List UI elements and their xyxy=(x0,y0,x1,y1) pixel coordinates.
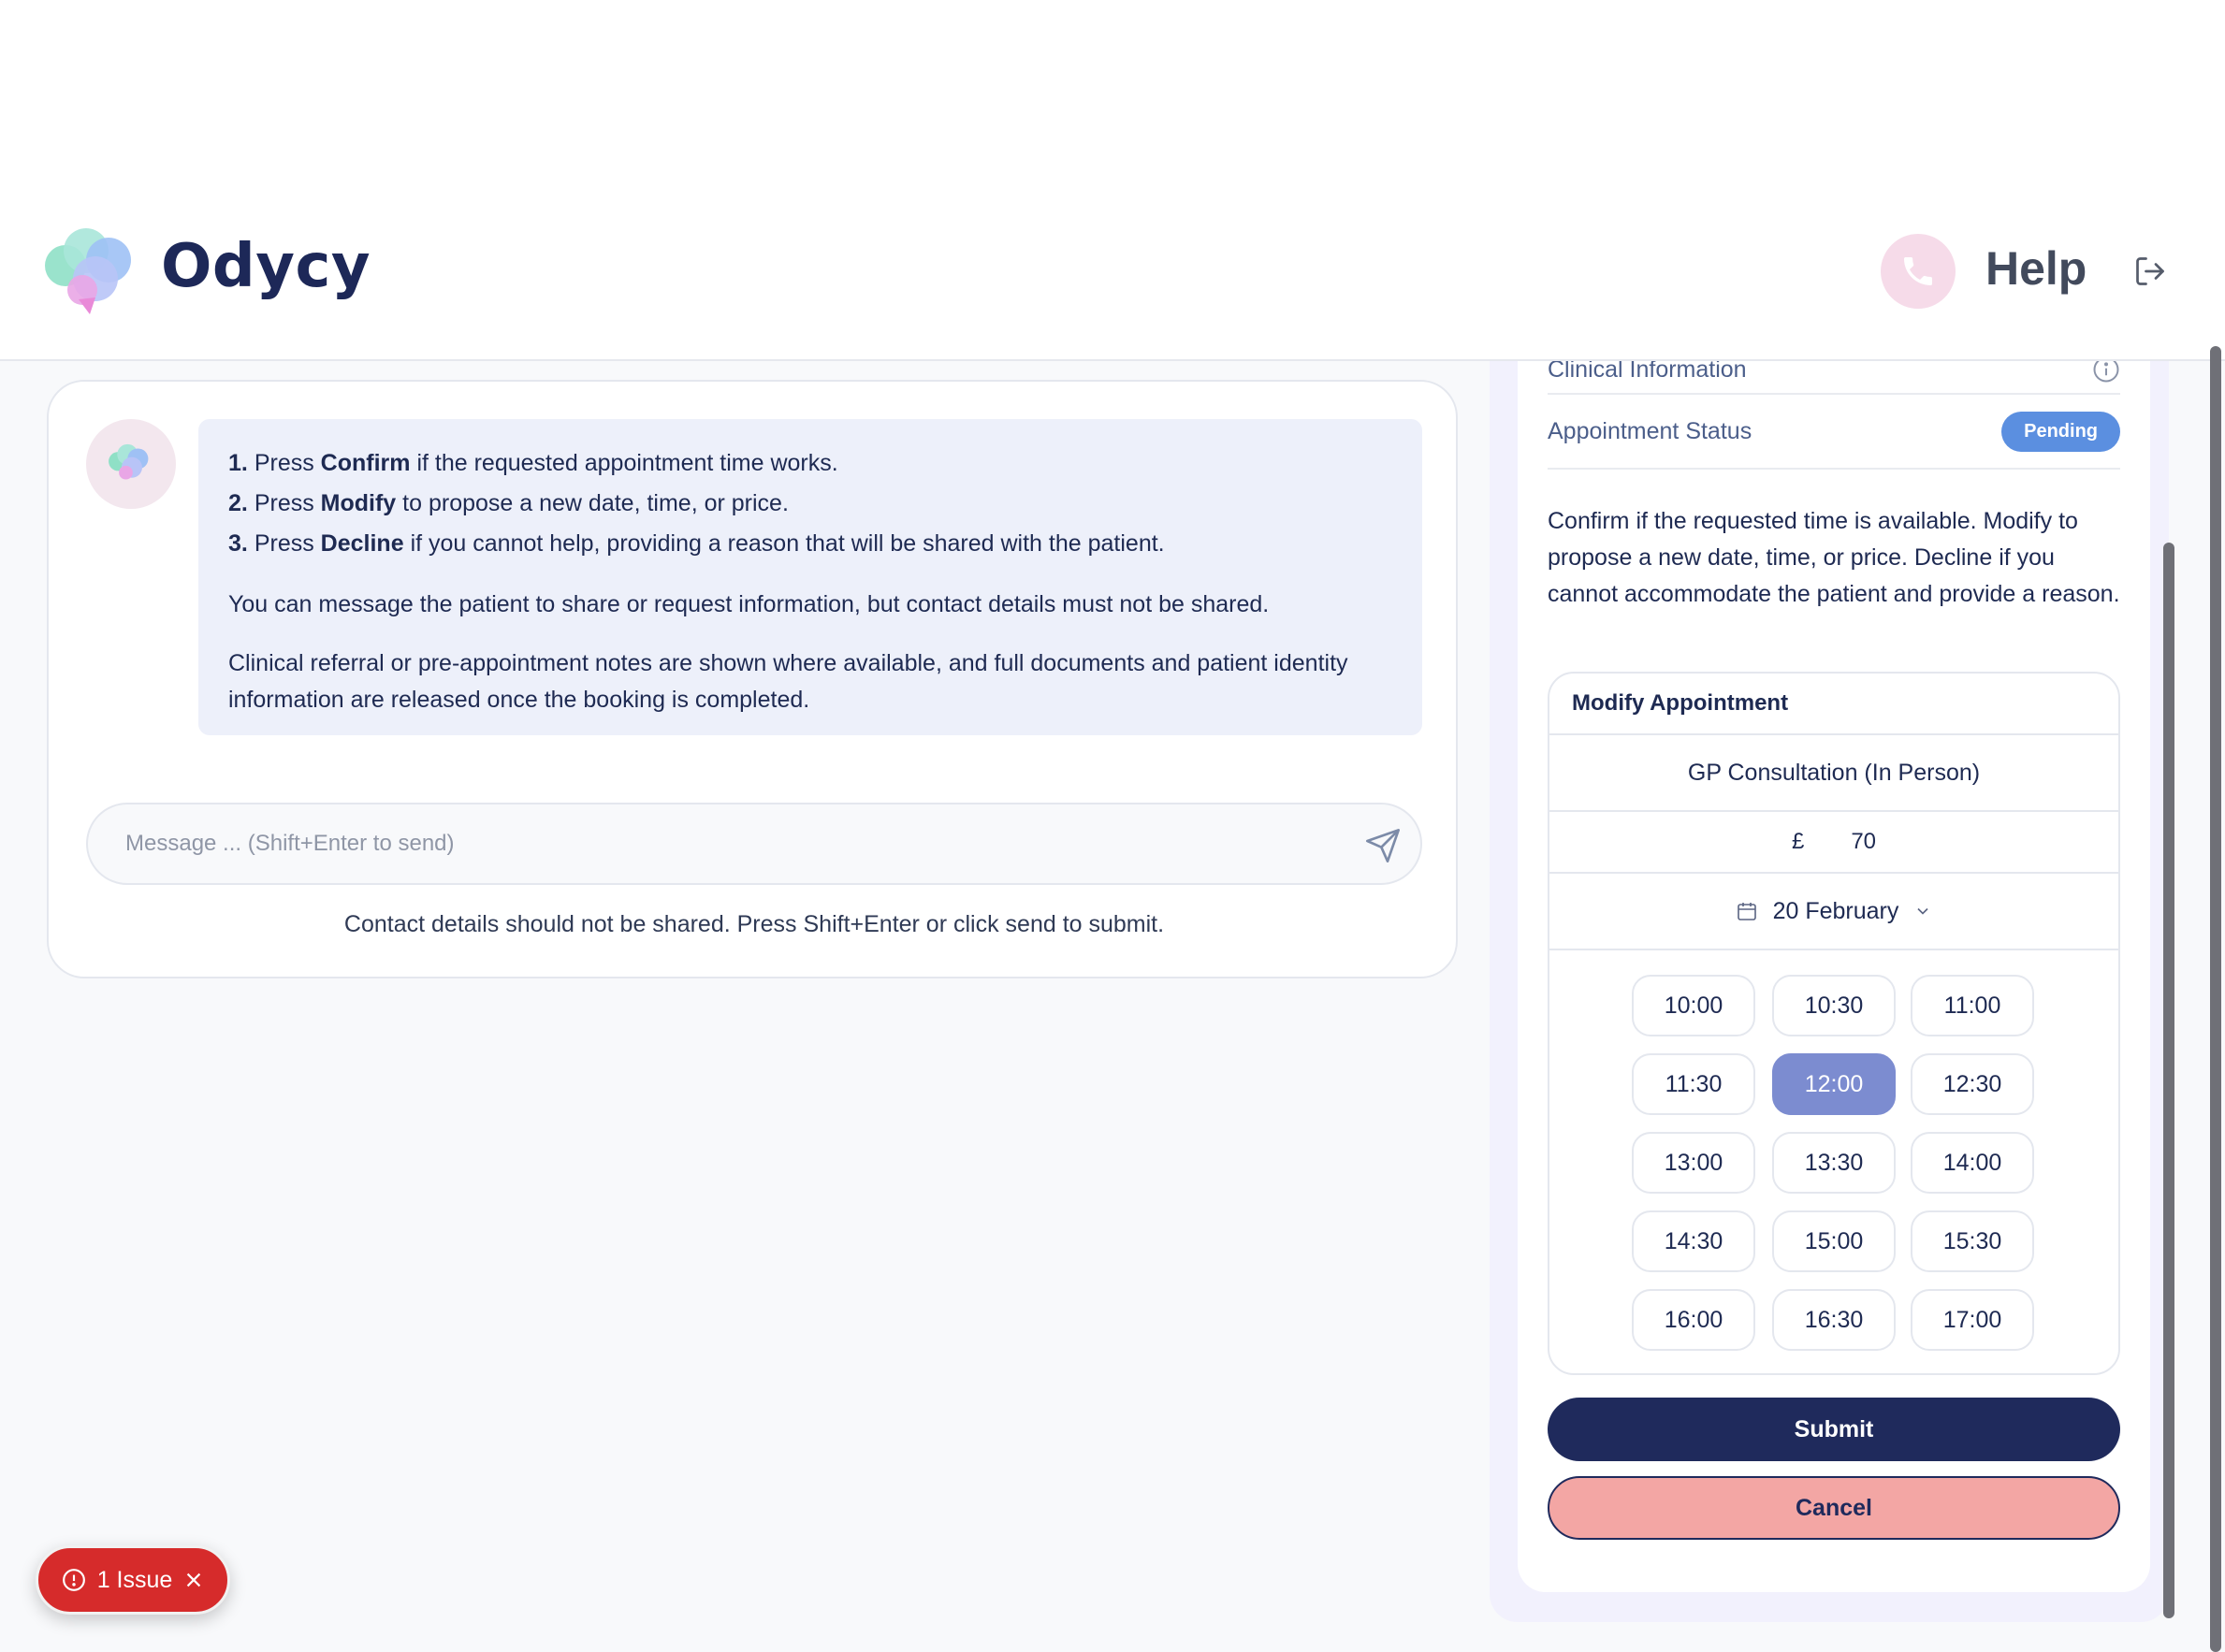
appointment-panel: Clinical Information Appointment Status … xyxy=(1490,361,2169,1622)
alert-icon xyxy=(62,1569,85,1591)
close-icon[interactable] xyxy=(183,1570,204,1590)
contact-hint: Contact details should not be shared. Pr… xyxy=(343,911,1165,937)
bot-message-bubble: 1. Press Confirm if the requested appoin… xyxy=(198,419,1422,735)
service-name: GP Consultation (In Person) xyxy=(1549,735,2118,812)
modify-title: Modify Appointment xyxy=(1549,674,2118,735)
time-slot-1130[interactable]: 11:30 xyxy=(1632,1053,1755,1115)
panel-scrollbar[interactable] xyxy=(2163,543,2174,1618)
phone-icon xyxy=(1904,257,1932,285)
instruction-decline: 3. Press Decline if you cannot help, pro… xyxy=(228,530,1165,557)
brand-name: Odycy xyxy=(161,232,371,301)
price-field[interactable]: £ 70 xyxy=(1549,812,2118,874)
selected-date: 20 February xyxy=(1772,897,1899,924)
calendar-icon xyxy=(1737,903,1756,920)
send-icon[interactable] xyxy=(1364,827,1402,864)
time-slot-1300[interactable]: 13:00 xyxy=(1632,1132,1755,1194)
time-slot-1700[interactable]: 17:00 xyxy=(1911,1289,2034,1351)
date-picker[interactable]: 20 February xyxy=(1549,874,2118,950)
clinical-note: Clinical referral or pre-appointment not… xyxy=(228,650,1348,713)
help-label[interactable]: Help xyxy=(1985,241,2087,296)
brain-logo-icon[interactable] xyxy=(41,225,146,318)
messaging-note: You can message the patient to share or … xyxy=(228,591,1270,617)
currency-symbol: £ xyxy=(1791,829,1805,854)
issue-badge[interactable]: 1 Issue xyxy=(36,1545,230,1615)
page-scrollbar[interactable] xyxy=(2210,346,2221,1652)
message-box xyxy=(86,803,1422,885)
price-value[interactable]: 70 xyxy=(1851,829,1876,855)
instruction-confirm: 1. Press Confirm if the requested appoin… xyxy=(228,450,838,476)
clinical-info-label: Clinical Information xyxy=(1548,361,1747,383)
help-phone-button[interactable] xyxy=(1881,234,1956,309)
chat-card: 1. Press Confirm if the requested appoin… xyxy=(47,380,1458,978)
time-slot-1230[interactable]: 12:30 xyxy=(1911,1053,2034,1115)
bot-avatar xyxy=(86,419,176,509)
message-input[interactable] xyxy=(125,804,1342,883)
issue-label: 1 Issue xyxy=(96,1566,173,1593)
clinical-info-row[interactable]: Clinical Information xyxy=(1548,361,2120,395)
time-slot-1400[interactable]: 14:00 xyxy=(1911,1132,2034,1194)
time-slot-1330[interactable]: 13:30 xyxy=(1772,1132,1896,1194)
appointment-card: Clinical Information Appointment Status … xyxy=(1518,361,2150,1592)
appointment-status-row: Appointment Status Pending xyxy=(1548,395,2120,470)
logout-icon[interactable] xyxy=(2133,254,2167,288)
time-slot-1100[interactable]: 11:00 xyxy=(1911,975,2034,1036)
time-slot-1630[interactable]: 16:30 xyxy=(1772,1289,1896,1351)
app-header: Odycy Help xyxy=(0,213,2225,361)
time-slot-1430[interactable]: 14:30 xyxy=(1632,1210,1755,1272)
time-slot-grid: 10:00 10:30 11:00 11:30 12:00 12:30 13:00 13:30… xyxy=(1549,950,2118,1371)
status-badge: Pending xyxy=(2001,411,2120,452)
panel-description: Confirm if the requested time is availab… xyxy=(1548,508,2120,607)
info-icon[interactable] xyxy=(2092,361,2120,384)
time-slot-1030[interactable]: 10:30 xyxy=(1772,975,1896,1036)
time-slot-1530[interactable]: 15:30 xyxy=(1911,1210,2034,1272)
modify-appointment-box: Modify Appointment GP Consultation (In P… xyxy=(1548,672,2120,1375)
cancel-button[interactable]: Cancel xyxy=(1548,1476,2120,1540)
top-blank-area xyxy=(0,0,2225,213)
time-slot-1500[interactable]: 15:00 xyxy=(1772,1210,1896,1272)
chevron-down-icon xyxy=(1917,907,1928,915)
appointment-status-label: Appointment Status xyxy=(1548,417,1752,444)
submit-button[interactable]: Submit xyxy=(1548,1398,2120,1461)
time-slot-1600[interactable]: 16:00 xyxy=(1632,1289,1755,1351)
time-slot-1000[interactable]: 10:00 xyxy=(1632,975,1755,1036)
time-slot-1200[interactable]: 12:00 xyxy=(1772,1053,1896,1115)
brain-avatar-icon xyxy=(109,443,149,480)
instruction-modify: 2. Press Modify to propose a new date, t… xyxy=(228,490,789,516)
